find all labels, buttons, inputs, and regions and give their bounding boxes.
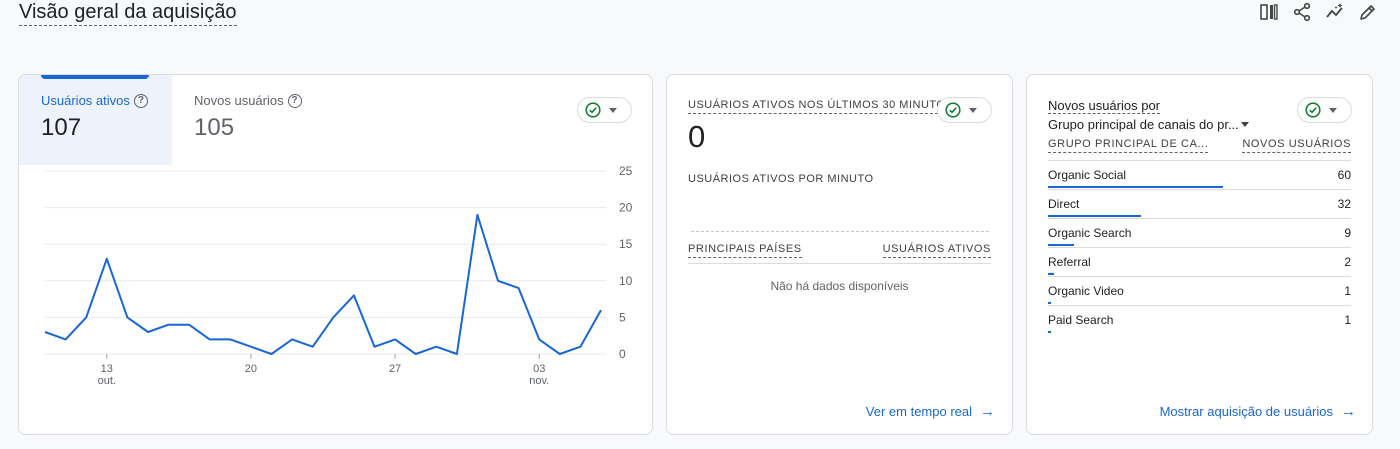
chevron-down-icon [1240,122,1249,127]
active-users-label: Usuários ativos ? [41,93,150,108]
compare-icon[interactable] [1259,2,1279,22]
realtime-subheading: USUÁRIOS ATIVOS POR MINUTO [688,173,874,185]
show-user-acquisition-link[interactable]: Mostrar aquisição de usuários → [1160,404,1356,419]
x-tick-label: 03 [533,363,545,375]
chevron-down-icon [1329,107,1337,113]
acquisition-card: Novos usuários por Grupo principal de ca… [1026,74,1373,435]
y-tick-label: 0 [619,347,626,361]
x-tick-month: out. [98,375,116,385]
dimension-selector[interactable]: Grupo principal de canais do pr... [1048,117,1249,132]
realtime-value: 0 [688,119,706,154]
y-tick-label: 20 [619,201,633,215]
acquisition-title-text: Novos usuários por [1048,98,1160,114]
row-name: Referral [1048,255,1091,269]
row-bar [1048,215,1142,217]
row-value: 2 [1344,255,1351,269]
realtime-card: USUÁRIOS ATIVOS NOS ÚLTIMOS 30 MINUTOS 0… [666,74,1013,435]
new-users-label: Novos usuários ? [194,93,302,108]
row-bar [1048,331,1051,333]
realtime-heading: USUÁRIOS ATIVOS NOS ÚLTIMOS 30 MINUTOS [688,99,954,114]
row-value: 32 [1337,197,1351,211]
x-tick-label: 27 [389,363,401,375]
y-tick-label: 10 [619,274,633,288]
divider [688,263,991,264]
per-minute-bars [691,231,989,232]
arrow-right-icon: → [1341,403,1356,420]
y-tick-label: 5 [619,310,626,324]
table-row[interactable]: Direct 32 [1048,190,1351,219]
row-bar [1048,244,1075,246]
y-tick-label: 25 [619,165,633,178]
table-row[interactable]: Organic Video 1 [1048,277,1351,306]
help-icon[interactable]: ? [133,93,148,108]
row-value: 1 [1344,284,1351,298]
chevron-down-icon [969,107,977,113]
dimension-selector-text: Grupo principal de canais do pr... [1048,117,1239,132]
realtime-status-dropdown[interactable] [937,97,992,123]
view-realtime-link-text: Ver em tempo real [865,404,972,419]
table-row[interactable]: Organic Search 9 [1048,219,1351,248]
chevron-down-icon [609,107,617,113]
check-circle-icon [945,102,961,118]
table-row[interactable]: Paid Search 1 [1048,306,1351,335]
row-bar [1048,302,1051,304]
acquisition-title: Novos usuários por [1048,98,1160,114]
x-tick-label: 13 [101,363,113,375]
new-users-label-text: Novos usuários [194,93,284,108]
countries-table-header: PRINCIPAIS PAÍSES USUÁRIOS ATIVOS [688,243,991,258]
no-data-message: Não há dados disponíveis [770,279,909,293]
active-users-line [44,213,602,355]
active-users-value: 107 [41,114,82,141]
y-tick-label: 15 [619,237,633,251]
check-circle-icon [1305,102,1321,118]
help-icon[interactable]: ? [287,93,302,108]
col-channel-group: GRUPO PRINCIPAL DE CA... [1048,138,1209,153]
arrow-right-icon: → [980,403,995,420]
show-user-acquisition-link-text: Mostrar aquisição de usuários [1159,404,1333,419]
page-title: Visão geral da aquisição [19,1,237,26]
row-value: 1 [1344,313,1351,327]
toolbar [1259,2,1378,22]
row-bar [1048,186,1223,188]
table-row[interactable]: Referral 2 [1048,248,1351,277]
row-name: Organic Search [1048,226,1132,240]
col-countries: PRINCIPAIS PAÍSES [688,243,802,258]
row-name: Direct [1048,197,1080,211]
row-value: 9 [1344,226,1351,240]
x-tick-label: 20 [245,363,257,375]
acquisition-table-header: GRUPO PRINCIPAL DE CA... NOVOS USUÁRIOS [1048,138,1351,153]
overview-card: Usuários ativos ? 107 Novos usuários ? 1… [18,74,653,435]
overview-status-dropdown[interactable] [577,97,632,123]
row-value: 60 [1337,168,1351,182]
tab-active-users[interactable]: Usuários ativos ? 107 [19,75,172,165]
row-name: Organic Social [1048,168,1127,182]
tab-new-users[interactable]: Novos usuários ? 105 [172,75,324,165]
share-icon[interactable] [1292,2,1312,22]
view-realtime-link[interactable]: Ver em tempo real → [866,404,995,419]
active-users-label-text: Usuários ativos [41,93,130,108]
col-active-users: USUÁRIOS ATIVOS [882,243,991,258]
col-new-users: NOVOS USUÁRIOS [1242,138,1351,153]
insights-icon[interactable] [1325,2,1345,22]
x-tick-month: nov. [529,375,549,385]
row-name: Organic Video [1048,284,1124,298]
acquisition-table: Organic Social 60 Direct 32 Organic Search… [1048,160,1351,335]
edit-icon[interactable] [1358,2,1378,22]
active-users-chart: 25 20 15 10 5 0 13out. 20 27 03nov. [44,165,633,385]
new-users-value: 105 [194,114,235,141]
table-row[interactable]: Organic Social 60 [1048,161,1351,190]
check-circle-icon [585,102,601,118]
acquisition-status-dropdown[interactable] [1297,97,1352,123]
row-name: Paid Search [1048,313,1114,327]
row-bar [1048,273,1054,275]
